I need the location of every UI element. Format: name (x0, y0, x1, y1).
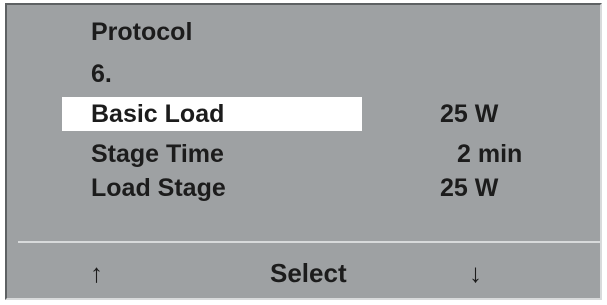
menu-item-basic-load-value: 25 W (440, 100, 499, 128)
menu-item-load-stage-value: 25 W (440, 174, 499, 202)
protocol-number: 6. (91, 60, 112, 88)
lcd-screen: Protocol 6. Basic Load 25 W Stage Time 2… (5, 3, 602, 300)
up-arrow-icon[interactable]: ↑ (90, 257, 103, 289)
menu-item-load-stage-label[interactable]: Load Stage (91, 173, 226, 203)
down-arrow-icon[interactable]: ↓ (469, 257, 482, 289)
select-softkey[interactable]: Select (270, 257, 347, 289)
screen-title: Protocol (91, 18, 193, 46)
menu-item-stage-time-label[interactable]: Stage Time (91, 139, 224, 169)
softkey-divider (18, 241, 600, 243)
menu-item-basic-load-label[interactable]: Basic Load (91, 99, 224, 129)
menu-item-stage-time-value: 2 min (457, 140, 523, 168)
